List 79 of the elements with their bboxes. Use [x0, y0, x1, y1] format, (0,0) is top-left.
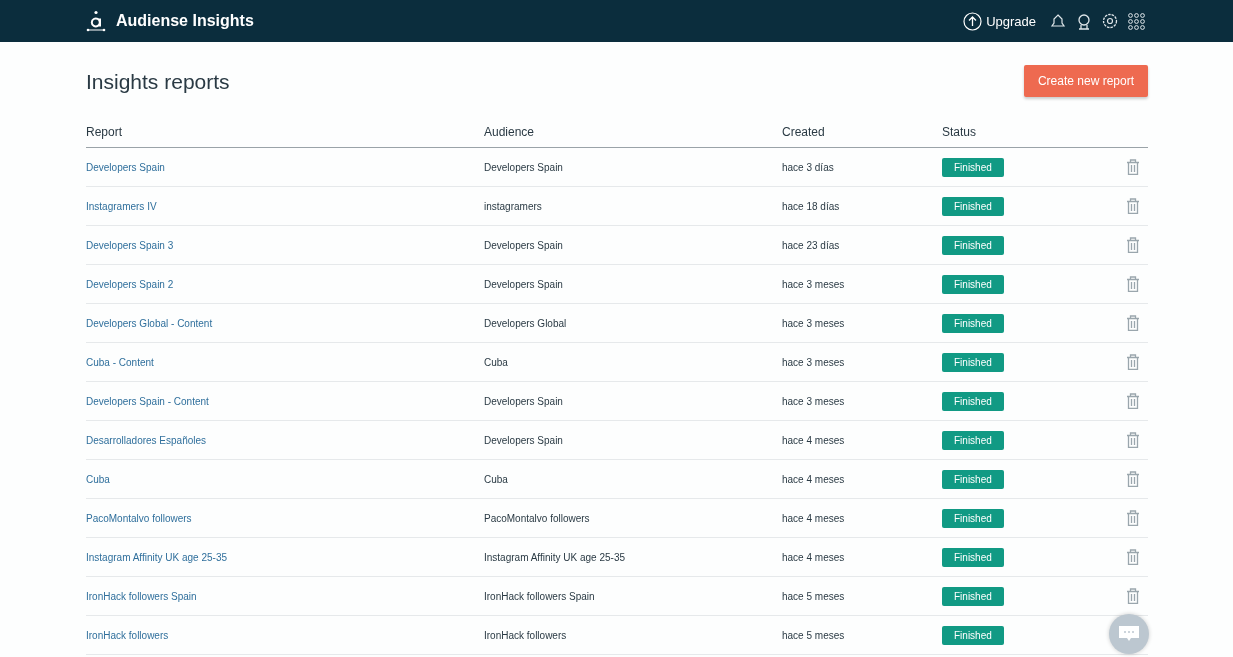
trash-icon[interactable] — [1126, 237, 1140, 253]
trash-icon[interactable] — [1126, 159, 1140, 175]
status-badge: Finished — [942, 547, 1004, 567]
trash-icon[interactable] — [1126, 393, 1140, 409]
audience-cell-text: PacoMontalvo followers — [484, 512, 591, 524]
report-link[interactable]: Cuba - Content — [86, 356, 154, 368]
chat-button[interactable] — [1109, 614, 1149, 654]
trash-icon[interactable] — [1126, 432, 1140, 448]
created-cell-text: hace 3 meses — [782, 317, 846, 329]
app-name: Audiense Insights — [116, 12, 254, 30]
audience-cell-text: IronHack followers — [484, 629, 568, 641]
trash-icon[interactable] — [1126, 198, 1140, 214]
trash-icon[interactable] — [1126, 510, 1140, 526]
audience-cell-text: Cuba — [484, 356, 509, 368]
status-badge: Finished — [942, 508, 1004, 528]
report-link[interactable]: IronHack followers — [86, 629, 169, 641]
report-link[interactable]: Instagramers IV — [86, 200, 157, 212]
status-badge: Finished — [942, 352, 1004, 372]
created-cell-text: hace 4 meses — [782, 473, 846, 485]
status-badge: Finished — [942, 430, 1004, 450]
page-title: Insights reports — [86, 69, 230, 94]
audience-cell-text: Developers Spain — [484, 239, 564, 251]
trash-icon[interactable] — [1126, 549, 1140, 565]
apps-grid-icon[interactable] — [1128, 12, 1145, 30]
audience-cell-text: Developers Spain — [484, 161, 564, 173]
status-badge: Finished — [942, 625, 1004, 645]
report-link[interactable]: Developers Global - Content — [86, 317, 213, 329]
created-cell-text: hace 3 meses — [782, 395, 846, 407]
audience-cell-text: Developers Spain — [484, 395, 564, 407]
status-badge: Finished — [942, 274, 1004, 294]
column-header: Audience — [484, 125, 536, 139]
trash-icon[interactable] — [1126, 471, 1140, 487]
status-badge: Finished — [942, 586, 1004, 606]
created-cell-text: hace 5 meses — [782, 590, 846, 602]
trash-icon[interactable] — [1126, 315, 1140, 331]
created-cell-text: hace 3 días — [782, 161, 835, 173]
report-link[interactable]: Developers Spain - Content — [86, 395, 209, 407]
status-badge: Finished — [942, 235, 1004, 255]
report-link[interactable]: Cuba — [86, 473, 110, 485]
status-badge: Finished — [942, 469, 1004, 489]
report-link[interactable]: Instagram Affinity UK age 25-35 — [86, 551, 227, 563]
column-header: Report — [86, 125, 124, 139]
upgrade-button[interactable]: Upgrade — [963, 11, 1036, 31]
created-cell-text: hace 23 días — [782, 239, 841, 251]
audience-cell-text: Developers Spain — [484, 278, 564, 290]
logo-icon — [86, 10, 106, 32]
report-link[interactable]: IronHack followers Spain — [86, 590, 197, 602]
created-cell-text: hace 4 meses — [782, 512, 846, 524]
audience-cell-text: Developers Spain — [484, 434, 564, 446]
report-link[interactable]: Desarrolladores Españoles — [86, 434, 207, 446]
status-badge: Finished — [942, 196, 1004, 216]
status-badge: Finished — [942, 157, 1004, 177]
status-badge: Finished — [942, 391, 1004, 411]
create-report-button[interactable]: Create new report — [1023, 64, 1148, 97]
chat-bubble-icon — [1118, 625, 1140, 643]
report-link[interactable]: PacoMontalvo followers — [86, 512, 192, 524]
created-cell-text: hace 3 meses — [782, 356, 846, 368]
created-cell-text: hace 18 días — [782, 200, 841, 212]
trash-icon[interactable] — [1126, 276, 1140, 292]
column-header: Created — [782, 125, 826, 139]
audience-cell-text: Instagram Affinity UK age 25-35 — [484, 551, 626, 563]
status-badge: Finished — [942, 313, 1004, 333]
trash-icon[interactable] — [1126, 354, 1140, 370]
report-link[interactable]: Developers Spain 3 — [86, 239, 174, 251]
created-cell-text: hace 4 meses — [782, 551, 846, 563]
created-cell-text: hace 4 meses — [782, 434, 846, 446]
audience-cell-text: IronHack followers Spain — [484, 590, 596, 602]
column-header: Status — [942, 125, 978, 139]
trash-icon[interactable] — [1126, 588, 1140, 604]
audience-cell-text: Cuba — [484, 473, 509, 485]
user-icon[interactable] — [1076, 12, 1092, 30]
report-link[interactable]: Developers Spain 2 — [86, 278, 174, 290]
created-cell-text: hace 5 meses — [782, 629, 846, 641]
audience-cell-text: instagramers — [484, 200, 543, 212]
created-cell-text: hace 3 meses — [782, 278, 846, 290]
bell-icon[interactable] — [1050, 13, 1066, 29]
settings-icon[interactable] — [1102, 13, 1118, 29]
report-link[interactable]: Developers Spain — [86, 161, 165, 173]
audience-cell-text: Developers Global — [484, 317, 568, 329]
